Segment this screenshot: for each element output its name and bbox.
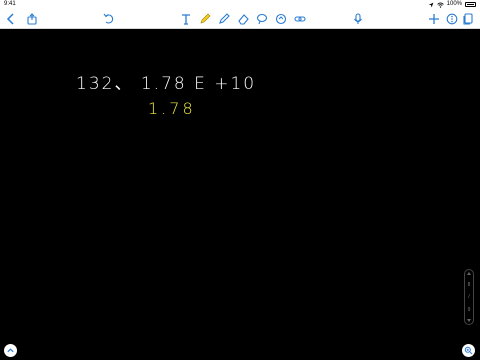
status-right: 100%	[428, 0, 476, 9]
page-current: 8	[467, 281, 471, 288]
collapse-tools-button[interactable]	[4, 344, 17, 357]
pages-icon[interactable]	[460, 11, 476, 27]
undo-icon[interactable]	[101, 11, 117, 27]
text-tool-icon[interactable]	[178, 11, 194, 27]
page-indicator[interactable]: 8 / 9	[464, 269, 474, 325]
chevron-up-icon	[7, 348, 14, 353]
share-icon[interactable]	[24, 11, 40, 27]
shape-tool-icon[interactable]	[273, 11, 289, 27]
status-bar: 9:41 100%	[0, 0, 480, 9]
settings-icon[interactable]	[444, 11, 460, 27]
battery-percent: 100%	[446, 1, 462, 7]
zoom-button[interactable]	[462, 344, 475, 357]
lasso-tool-icon[interactable]	[254, 11, 270, 27]
page-total: 9	[467, 306, 471, 313]
note-canvas[interactable]: 132、 1.78 E +10 1.78	[0, 29, 480, 360]
link-tool-icon[interactable]	[292, 11, 308, 27]
battery-icon	[465, 2, 476, 7]
page-up-icon[interactable]	[467, 272, 471, 275]
handwritten-line-1: 132、 1.78 E +10	[76, 74, 257, 94]
back-chevron-icon[interactable]	[3, 11, 19, 27]
highlighter-tool-icon[interactable]	[216, 11, 232, 27]
eraser-tool-icon[interactable]	[235, 11, 251, 27]
toolbar	[0, 9, 480, 29]
pen-tool-icon[interactable]	[197, 11, 213, 27]
page-down-icon[interactable]	[467, 319, 471, 322]
microphone-icon[interactable]	[350, 11, 366, 27]
handwritten-line-2: 1.78	[148, 99, 196, 118]
status-time: 9:41	[4, 1, 16, 7]
zoom-icon	[464, 346, 473, 355]
page-separator: /	[468, 294, 470, 300]
wifi-icon	[436, 2, 444, 8]
location-icon	[428, 2, 434, 7]
add-page-icon[interactable]	[426, 11, 442, 27]
